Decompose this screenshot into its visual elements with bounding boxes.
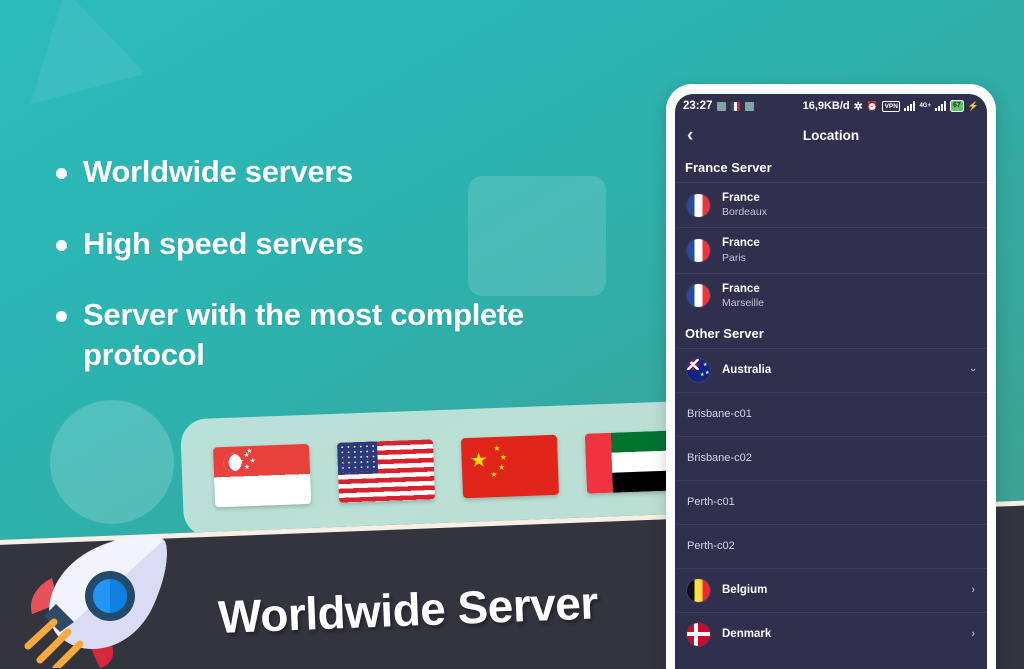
denmark-flag-icon	[687, 622, 710, 646]
server-country: Belgium	[722, 583, 768, 596]
singapore-flag-icon: ★ ★ ★ ★ ★	[213, 443, 312, 508]
promo-bullet-text: Server with the most complete protocol	[83, 297, 524, 373]
status-time: 23:27	[683, 100, 713, 112]
phone-mockup: 23:27 16,9KB/d ✲ ⏰ VPN 4G+ 67 ⚡ ‹ Locati…	[666, 84, 996, 669]
bullet-dot-icon	[56, 168, 67, 179]
promo-bullet-text: High speed servers	[83, 225, 364, 261]
france-flag-icon	[687, 238, 710, 262]
china-flag-icon: ★ ★ ★ ★ ★	[460, 434, 560, 499]
table-row[interactable]: ★ ★ ★ Australia ›	[675, 347, 987, 392]
table-row[interactable]: France Bordeaux	[675, 182, 987, 227]
usa-flag-icon	[336, 439, 436, 503]
server-country: Denmark	[722, 627, 772, 640]
status-bar: 23:27 16,9KB/d ✲ ⏰ VPN 4G+ 67 ⚡	[675, 94, 987, 118]
server-node: Perth-c02	[687, 540, 735, 553]
list-item: Server with the most complete protocol	[56, 295, 526, 374]
server-node: Perth-c01	[687, 496, 735, 509]
list-item: Worldwide servers	[56, 152, 526, 192]
section-header-france: France Server	[685, 160, 772, 175]
promo-bullet-text: Worldwide servers	[83, 154, 353, 189]
table-row[interactable]: France Marseille	[675, 272, 987, 318]
decor-triangle	[0, 0, 146, 146]
chevron-right-icon[interactable]: ›	[971, 584, 975, 596]
server-node: Brisbane-c02	[687, 452, 752, 465]
bullet-dot-icon	[56, 311, 67, 323]
chevron-right-icon[interactable]: ›	[971, 628, 975, 640]
table-row[interactable]: Perth-c01	[675, 479, 987, 524]
section-header-other: Other Server	[685, 325, 764, 341]
table-row[interactable]: Perth-c02	[675, 523, 987, 568]
server-city: Paris	[722, 251, 746, 264]
server-country: France	[722, 192, 760, 204]
rocket-icon	[24, 535, 167, 668]
network-type-label: 4G+	[919, 103, 931, 109]
signal-bars-icon	[904, 101, 916, 111]
table-row[interactable]: Denmark ›	[675, 611, 987, 656]
server-city: Bordeaux	[722, 206, 767, 219]
server-country: France	[722, 282, 760, 295]
signal-bars-icon	[934, 101, 946, 111]
table-row[interactable]: Brisbane-c01	[675, 391, 987, 436]
notification-icon	[717, 101, 727, 111]
table-row[interactable]: Belgium ›	[675, 567, 987, 612]
back-button[interactable]: ‹	[687, 126, 693, 145]
server-city: Marseille	[722, 296, 765, 309]
charging-bolt-icon: ⚡	[967, 100, 979, 111]
server-country: Australia	[722, 363, 772, 376]
page-title: Location	[802, 127, 860, 143]
promo-bullet-list: Worldwide servers High speed servers Ser…	[56, 152, 526, 407]
alarm-icon: ⏰	[866, 100, 879, 111]
notification-icon	[745, 101, 755, 111]
server-country: France	[722, 237, 760, 250]
vpn-icon: VPN	[882, 100, 901, 112]
france-flag-icon	[687, 284, 710, 308]
decor-circle	[50, 400, 174, 524]
phone-screen: 23:27 16,9KB/d ✲ ⏰ VPN 4G+ 67 ⚡ ‹ Locati…	[675, 94, 987, 669]
app-bar: ‹ Location	[675, 118, 987, 152]
table-row[interactable]: Brisbane-c02	[675, 435, 987, 480]
belgium-flag-icon	[687, 578, 710, 602]
list-item: High speed servers	[56, 224, 526, 264]
france-flag-icon	[687, 193, 710, 217]
battery-icon: 67	[949, 100, 964, 112]
notification-flag-icon	[731, 101, 741, 111]
data-rate-label: 16,9KB/d	[802, 100, 850, 112]
table-row[interactable]: France Paris	[675, 227, 987, 272]
australia-flag-icon: ★ ★ ★	[687, 358, 710, 382]
bluetooth-icon: ✲	[853, 100, 863, 113]
chevron-down-icon[interactable]: ›	[967, 369, 979, 373]
server-node: Brisbane-c01	[687, 408, 752, 421]
bullet-dot-icon	[56, 239, 67, 251]
